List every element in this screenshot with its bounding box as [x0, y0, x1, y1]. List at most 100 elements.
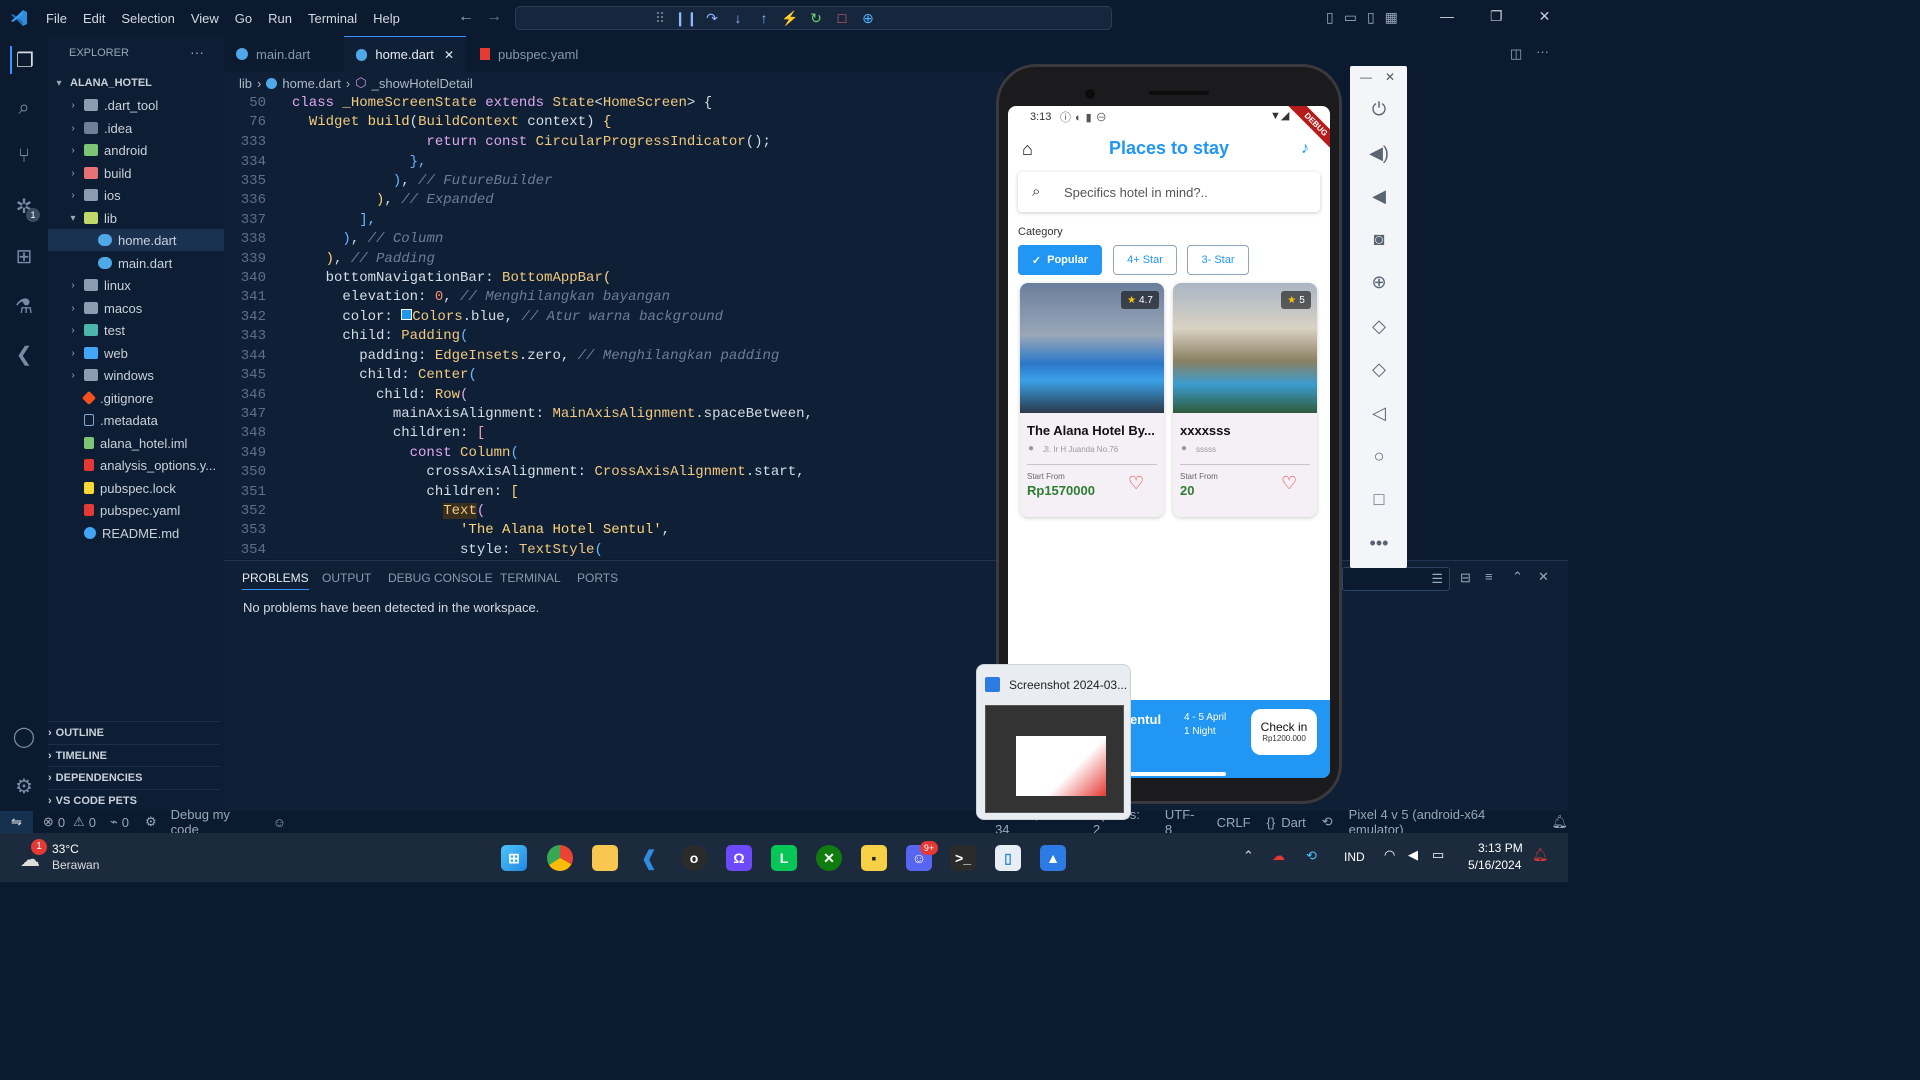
volume-up-icon[interactable]: ◀︎): [1368, 142, 1390, 164]
tab-home-dart[interactable]: home.dart ✕: [344, 36, 466, 72]
toggle-secondary-sidebar-icon[interactable]: ▯: [1367, 9, 1375, 26]
tray-chevron-icon[interactable]: ⌃: [1243, 848, 1254, 864]
taskbar-preview-thumbnail[interactable]: Screenshot 2024-03...: [976, 664, 1131, 820]
rotate-left-icon[interactable]: ◇: [1368, 315, 1390, 337]
ports-count[interactable]: 0: [122, 815, 129, 830]
line-icon[interactable]: L: [771, 845, 797, 871]
menu-run[interactable]: Run: [260, 11, 300, 26]
menu-help[interactable]: Help: [365, 11, 408, 26]
warning-icon[interactable]: ⚠: [73, 814, 85, 830]
testing-icon[interactable]: ⚗: [10, 292, 38, 320]
account-icon[interactable]: ◯: [10, 722, 38, 750]
close-window-icon[interactable]: ✕: [1539, 8, 1551, 25]
maximize-panel-icon[interactable]: ⌃: [1512, 569, 1523, 585]
panel-tab-problems[interactable]: PROBLEMS: [242, 571, 309, 590]
restart-icon[interactable]: ↻: [806, 8, 826, 28]
favorite-heart-icon[interactable]: ♡: [1281, 473, 1297, 494]
tree-item-web[interactable]: › web: [48, 342, 224, 364]
tree-item-main-dart[interactable]: main.dart: [48, 252, 224, 274]
panel-tab-debug-console[interactable]: DEBUG CONSOLE: [388, 571, 493, 585]
tree-item-analysis-options[interactable]: analysis_options.y...: [48, 454, 224, 476]
restore-icon[interactable]: ❐: [1490, 8, 1503, 25]
hotel-card[interactable]: ★ 5 xxxxsss ● sssss Start From 20 ♡: [1173, 283, 1317, 517]
check-in-button[interactable]: Check in Rp1200.000: [1251, 709, 1317, 755]
menu-view[interactable]: View: [183, 11, 227, 26]
minimap[interactable]: [1462, 94, 1542, 559]
tree-item-idea[interactable]: › .idea: [48, 117, 224, 139]
xbox-icon[interactable]: ✕: [816, 845, 842, 871]
back-arrow-icon[interactable]: ←: [458, 8, 474, 26]
stop-icon[interactable]: □: [832, 8, 852, 28]
home-circle-icon[interactable]: ○: [1368, 445, 1390, 467]
breadcrumb-lib[interactable]: lib: [239, 76, 252, 91]
hot-reload-icon[interactable]: ⚡: [780, 8, 800, 28]
menu-file[interactable]: File: [38, 11, 75, 26]
devtools-icon[interactable]: ⊕: [858, 8, 878, 28]
extensions-icon[interactable]: ⊞: [10, 242, 38, 270]
section-dependencies[interactable]: › DEPENDENCIES: [48, 766, 220, 788]
breadcrumb-symbol[interactable]: _showHotelDetail: [372, 76, 473, 91]
emulator-taskbar-icon[interactable]: ▯: [995, 845, 1021, 871]
collapse-all-icon[interactable]: ⊟: [1460, 570, 1471, 586]
panel-tab-ports[interactable]: PORTS: [577, 571, 618, 585]
more-actions-icon[interactable]: ···: [190, 44, 204, 60]
weather-desc[interactable]: Berawan: [52, 858, 99, 872]
tree-item-readme[interactable]: README.md: [48, 522, 224, 544]
problems-filter-input[interactable]: ☰: [1342, 567, 1450, 591]
back-icon[interactable]: ◁: [1368, 402, 1390, 424]
tray-cloud-icon[interactable]: ☁: [1272, 848, 1285, 864]
explorer-icon[interactable]: ❐: [10, 46, 38, 74]
flutter-icon[interactable]: ❮: [10, 340, 38, 368]
camera-icon[interactable]: ◙: [1368, 228, 1390, 250]
tree-item-lib[interactable]: ▾ lib: [48, 207, 224, 229]
close-tab-icon[interactable]: ✕: [444, 48, 454, 62]
chip-3-star[interactable]: 3- Star: [1187, 245, 1249, 275]
step-out-icon[interactable]: ↑: [754, 8, 774, 28]
gesture-nav-bar[interactable]: [1118, 772, 1226, 776]
terminal-icon[interactable]: >_: [950, 845, 976, 871]
error-count[interactable]: 0: [58, 815, 65, 830]
tree-item-ios[interactable]: › ios: [48, 184, 224, 206]
project-root[interactable]: ▾ ALANA_HOTEL: [48, 72, 224, 94]
language-indicator[interactable]: IND: [1344, 850, 1365, 864]
wifi-tray-icon[interactable]: ◠: [1384, 847, 1395, 863]
warning-count[interactable]: 0: [89, 815, 96, 830]
menu-edit[interactable]: Edit: [75, 11, 113, 26]
zoom-icon[interactable]: ⊕: [1368, 271, 1390, 293]
file-explorer-icon[interactable]: [592, 845, 618, 871]
notification-center-icon[interactable]: 🔔︎: [1532, 847, 1549, 863]
customize-layout-icon[interactable]: ▦: [1385, 9, 1398, 26]
start-icon[interactable]: ⊞: [501, 845, 527, 871]
tree-item-metadata[interactable]: .metadata: [48, 409, 224, 431]
tree-item-build[interactable]: › build: [48, 162, 224, 184]
close-panel-icon[interactable]: ✕: [1538, 569, 1549, 585]
tree-item-macos[interactable]: › macos: [48, 297, 224, 319]
tree-item-linux[interactable]: › linux: [48, 274, 224, 296]
panel-tab-terminal[interactable]: TERMINAL: [500, 571, 561, 585]
source-control-icon[interactable]: ⑂: [10, 142, 38, 170]
tree-item-windows[interactable]: › windows: [48, 364, 224, 386]
settings-gear-icon[interactable]: ⚙: [10, 772, 38, 800]
tree-item-pubspec-lock[interactable]: pubspec.lock: [48, 477, 224, 499]
forward-arrow-icon[interactable]: →: [486, 8, 502, 26]
drag-handle-icon[interactable]: ⠿: [650, 8, 670, 28]
tree-item-test[interactable]: › test: [48, 319, 224, 341]
clock-date[interactable]: 5/16/2024: [1468, 858, 1521, 872]
tree-item-iml[interactable]: alana_hotel.iml: [48, 432, 224, 454]
more-options-icon[interactable]: •••: [1368, 532, 1390, 554]
minimize-icon[interactable]: —: [1440, 8, 1454, 25]
volume-tray-icon[interactable]: ◀︎: [1408, 847, 1418, 863]
close-emulator-icon[interactable]: ✕: [1385, 70, 1395, 84]
clock-time[interactable]: 3:13 PM: [1478, 841, 1523, 855]
weather-temp[interactable]: 33°C: [52, 842, 79, 856]
chip-4-star[interactable]: 4+ Star: [1113, 245, 1177, 275]
vscode-taskbar-icon[interactable]: ❰: [636, 845, 662, 871]
chrome-icon[interactable]: [547, 845, 573, 871]
sync-icon[interactable]: ⟲: [1322, 814, 1333, 830]
power-icon[interactable]: ⏻: [1368, 98, 1390, 120]
editor-more-icon[interactable]: ···: [1536, 44, 1549, 59]
code-editor[interactable]: 50 76 333 334 335 336 337 338 339 340 341 342 343 344…: [224, 94, 1004, 559]
section-outline[interactable]: › OUTLINE: [48, 721, 220, 743]
breadcrumb-file[interactable]: home.dart: [282, 76, 341, 91]
tray-sync-icon[interactable]: ⟲: [1306, 848, 1317, 864]
